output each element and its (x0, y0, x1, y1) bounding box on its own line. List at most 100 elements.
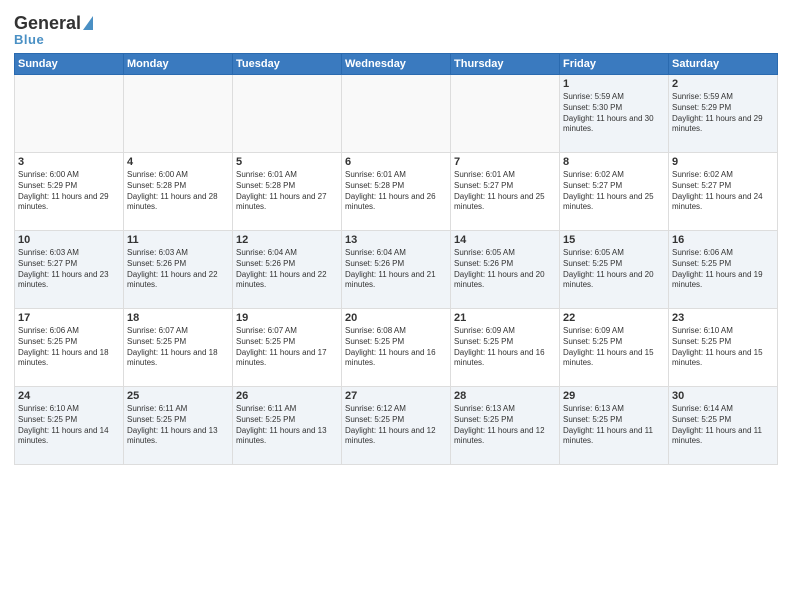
calendar-cell: 16 Sunrise: 6:06 AM Sunset: 5:25 PM Dayli… (669, 231, 778, 309)
week-row-5: 24 Sunrise: 6:10 AM Sunset: 5:25 PM Dayli… (15, 387, 778, 465)
day-number: 30 (672, 390, 774, 402)
calendar-cell: 13Sunrise: 6:04 AM Sunset: 5:26 PM Dayli… (342, 231, 451, 309)
day-number: 2 (672, 78, 774, 90)
calendar-cell: 17 Sunrise: 6:06 AM Sunset: 5:25 PM Dayli… (15, 309, 124, 387)
day-info: Sunrise: 6:10 AM Sunset: 5:25 PM Dayligh… (672, 326, 774, 369)
day-info: Sunrise: 6:09 AM Sunset: 5:25 PM Dayligh… (454, 326, 556, 369)
calendar-cell: 26 Sunrise: 6:11 AM Sunset: 5:25 PM Dayli… (233, 387, 342, 465)
day-info: Sunrise: 5:59 AM Sunset: 5:29 PM Dayligh… (672, 92, 774, 135)
calendar-cell (15, 75, 124, 153)
logo-blue: Blue (14, 32, 44, 47)
day-number: 25 (127, 390, 229, 402)
calendar-cell: 14 Sunrise: 6:05 AM Sunset: 5:26 PM Dayli… (451, 231, 560, 309)
logo-triangle-icon (83, 16, 93, 30)
calendar-cell (233, 75, 342, 153)
calendar-cell: 4Sunrise: 6:00 AM Sunset: 5:28 PM Daylig… (124, 153, 233, 231)
day-info: Sunrise: 6:11 AM Sunset: 5:25 PM Dayligh… (236, 404, 338, 447)
page: General Blue SundayMondayTuesdayWednesda… (0, 0, 792, 612)
day-info: Sunrise: 6:06 AM Sunset: 5:25 PM Dayligh… (672, 248, 774, 291)
header: General Blue (14, 10, 778, 47)
day-info: Sunrise: 6:10 AM Sunset: 5:25 PM Dayligh… (18, 404, 120, 447)
calendar-header: SundayMondayTuesdayWednesdayThursdayFrid… (15, 54, 778, 75)
calendar-cell (124, 75, 233, 153)
calendar-cell: 19Sunrise: 6:07 AM Sunset: 5:25 PM Dayli… (233, 309, 342, 387)
header-row: SundayMondayTuesdayWednesdayThursdayFrid… (15, 54, 778, 75)
day-number: 8 (563, 156, 665, 168)
day-info: Sunrise: 5:59 AM Sunset: 5:30 PM Dayligh… (563, 92, 665, 135)
calendar-cell: 27Sunrise: 6:12 AM Sunset: 5:25 PM Dayli… (342, 387, 451, 465)
calendar-cell: 8 Sunrise: 6:02 AM Sunset: 5:27 PM Daylig… (560, 153, 669, 231)
day-info: Sunrise: 6:04 AM Sunset: 5:26 PM Dayligh… (236, 248, 338, 291)
day-number: 24 (18, 390, 120, 402)
day-number: 14 (454, 234, 556, 246)
day-info: Sunrise: 6:11 AM Sunset: 5:25 PM Dayligh… (127, 404, 229, 447)
calendar-cell: 2 Sunrise: 5:59 AM Sunset: 5:29 PM Daylig… (669, 75, 778, 153)
calendar-cell: 5Sunrise: 6:01 AM Sunset: 5:28 PM Daylig… (233, 153, 342, 231)
week-row-1: 1 Sunrise: 5:59 AM Sunset: 5:30 PM Daylig… (15, 75, 778, 153)
calendar-cell: 28Sunrise: 6:13 AM Sunset: 5:25 PM Dayli… (451, 387, 560, 465)
day-number: 17 (18, 312, 120, 324)
day-info: Sunrise: 6:12 AM Sunset: 5:25 PM Dayligh… (345, 404, 447, 447)
day-info: Sunrise: 6:03 AM Sunset: 5:26 PM Dayligh… (127, 248, 229, 291)
day-header-thursday: Thursday (451, 54, 560, 75)
week-row-4: 17 Sunrise: 6:06 AM Sunset: 5:25 PM Dayli… (15, 309, 778, 387)
day-number: 1 (563, 78, 665, 90)
calendar-cell: 9Sunrise: 6:02 AM Sunset: 5:27 PM Daylig… (669, 153, 778, 231)
day-info: Sunrise: 6:02 AM Sunset: 5:27 PM Dayligh… (563, 170, 665, 213)
day-number: 23 (672, 312, 774, 324)
day-info: Sunrise: 6:09 AM Sunset: 5:25 PM Dayligh… (563, 326, 665, 369)
day-info: Sunrise: 6:06 AM Sunset: 5:25 PM Dayligh… (18, 326, 120, 369)
calendar-cell: 12 Sunrise: 6:04 AM Sunset: 5:26 PM Dayli… (233, 231, 342, 309)
calendar-cell: 1 Sunrise: 5:59 AM Sunset: 5:30 PM Daylig… (560, 75, 669, 153)
logo-line: General (14, 14, 93, 32)
day-number: 21 (454, 312, 556, 324)
day-info: Sunrise: 6:05 AM Sunset: 5:25 PM Dayligh… (563, 248, 665, 291)
calendar-cell: 7Sunrise: 6:01 AM Sunset: 5:27 PM Daylig… (451, 153, 560, 231)
day-info: Sunrise: 6:03 AM Sunset: 5:27 PM Dayligh… (18, 248, 120, 291)
calendar-cell (451, 75, 560, 153)
calendar-cell: 23 Sunrise: 6:10 AM Sunset: 5:25 PM Dayli… (669, 309, 778, 387)
calendar-cell: 22 Sunrise: 6:09 AM Sunset: 5:25 PM Dayli… (560, 309, 669, 387)
calendar-cell: 6Sunrise: 6:01 AM Sunset: 5:28 PM Daylig… (342, 153, 451, 231)
day-number: 10 (18, 234, 120, 246)
day-number: 7 (454, 156, 556, 168)
calendar-cell: 29 Sunrise: 6:13 AM Sunset: 5:25 PM Dayli… (560, 387, 669, 465)
day-number: 12 (236, 234, 338, 246)
calendar-cell: 21 Sunrise: 6:09 AM Sunset: 5:25 PM Dayli… (451, 309, 560, 387)
day-number: 15 (563, 234, 665, 246)
calendar-cell: 18 Sunrise: 6:07 AM Sunset: 5:25 PM Dayli… (124, 309, 233, 387)
day-info: Sunrise: 6:13 AM Sunset: 5:25 PM Dayligh… (454, 404, 556, 447)
day-number: 29 (563, 390, 665, 402)
day-number: 20 (345, 312, 447, 324)
day-number: 18 (127, 312, 229, 324)
day-info: Sunrise: 6:00 AM Sunset: 5:29 PM Dayligh… (18, 170, 120, 213)
calendar-cell: 20Sunrise: 6:08 AM Sunset: 5:25 PM Dayli… (342, 309, 451, 387)
day-header-saturday: Saturday (669, 54, 778, 75)
logo-general: General (14, 14, 81, 32)
calendar-cell: 10 Sunrise: 6:03 AM Sunset: 5:27 PM Dayli… (15, 231, 124, 309)
day-header-wednesday: Wednesday (342, 54, 451, 75)
day-number: 16 (672, 234, 774, 246)
day-info: Sunrise: 6:14 AM Sunset: 5:25 PM Dayligh… (672, 404, 774, 447)
week-row-3: 10 Sunrise: 6:03 AM Sunset: 5:27 PM Dayli… (15, 231, 778, 309)
day-number: 5 (236, 156, 338, 168)
day-number: 13 (345, 234, 447, 246)
day-number: 22 (563, 312, 665, 324)
day-number: 3 (18, 156, 120, 168)
day-info: Sunrise: 6:05 AM Sunset: 5:26 PM Dayligh… (454, 248, 556, 291)
calendar-cell: 24 Sunrise: 6:10 AM Sunset: 5:25 PM Dayli… (15, 387, 124, 465)
day-info: Sunrise: 6:02 AM Sunset: 5:27 PM Dayligh… (672, 170, 774, 213)
calendar-cell (342, 75, 451, 153)
day-info: Sunrise: 6:01 AM Sunset: 5:28 PM Dayligh… (345, 170, 447, 213)
day-number: 26 (236, 390, 338, 402)
day-header-tuesday: Tuesday (233, 54, 342, 75)
day-header-friday: Friday (560, 54, 669, 75)
day-info: Sunrise: 6:13 AM Sunset: 5:25 PM Dayligh… (563, 404, 665, 447)
day-info: Sunrise: 6:07 AM Sunset: 5:25 PM Dayligh… (127, 326, 229, 369)
calendar-table: SundayMondayTuesdayWednesdayThursdayFrid… (14, 53, 778, 465)
calendar-cell: 30 Sunrise: 6:14 AM Sunset: 5:25 PM Dayli… (669, 387, 778, 465)
day-number: 4 (127, 156, 229, 168)
week-row-2: 3 Sunrise: 6:00 AM Sunset: 5:29 PM Daylig… (15, 153, 778, 231)
day-header-monday: Monday (124, 54, 233, 75)
day-header-sunday: Sunday (15, 54, 124, 75)
